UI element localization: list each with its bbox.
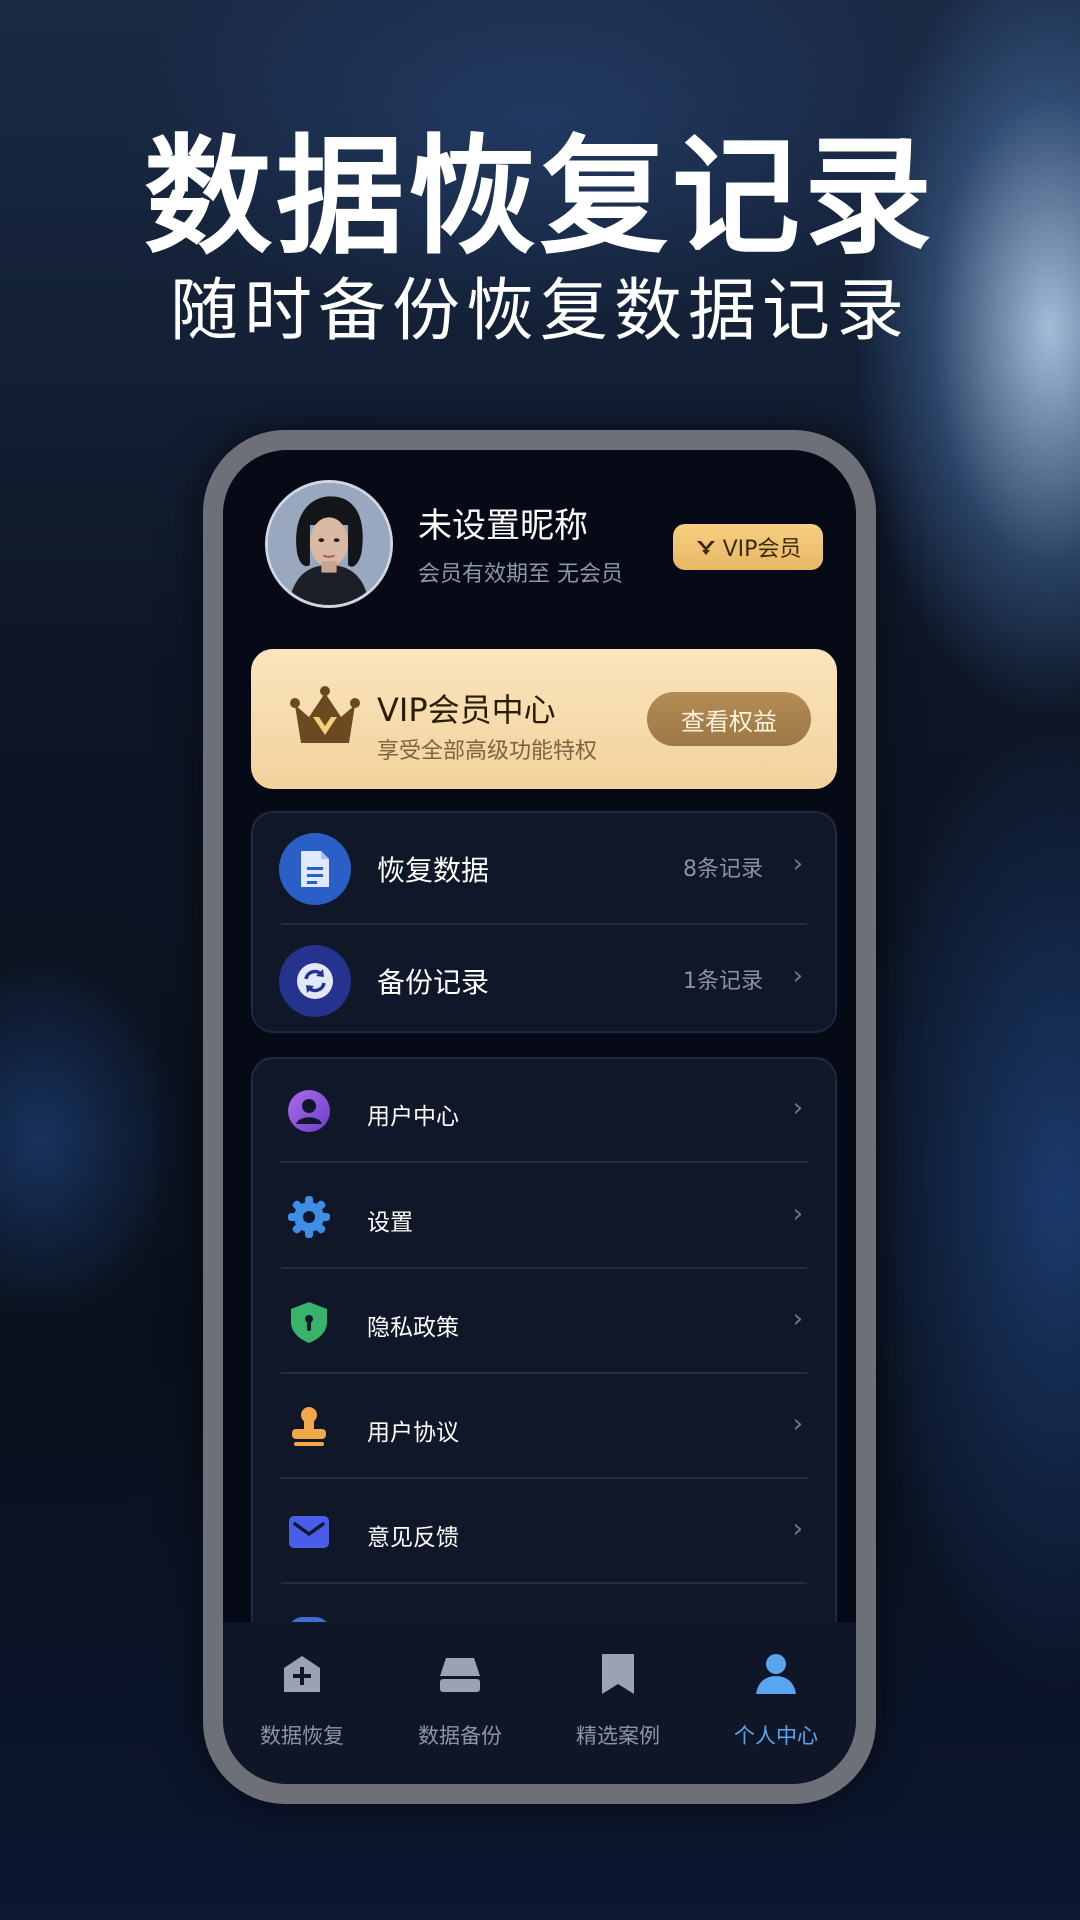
view-benefits-button[interactable]: 查看权益 [647,692,811,746]
menu-label-user-center: 用户中心 [367,1104,459,1130]
member-expiry: 会员有效期至 无会员 [418,562,623,587]
chevron-right-icon: › [792,961,803,991]
phone-frame: 未设置昵称 会员有效期至 无会员 VIP会员 VIP会员中心 享受全部高级功能特… [203,430,876,1804]
menu-item-user-center[interactable]: 用户中心 › [253,1059,835,1163]
chevron-right-icon: › [792,1093,803,1123]
divider [281,1267,807,1269]
tab-data-recover[interactable]: 数据恢复 [223,1650,381,1750]
menu-card: 用户中心 › 设置 › 隐私政策 › 用户协议 › 意见反馈 › [251,1057,837,1677]
hero-subtitle: 随时备份恢复数据记录 [169,272,910,351]
vip-badge[interactable]: VIP会员 [673,524,823,570]
vip-card-desc: 享受全部高级功能特权 [377,739,598,764]
mail-icon [289,1516,329,1548]
menu-item-user-agreement[interactable]: 用户协议 › [253,1375,835,1479]
divider [281,1372,807,1374]
list-item-backup-records[interactable]: 备份记录 1条记录 › [253,925,835,1037]
hero-title: 数据恢复记录 [143,123,936,272]
divider [281,1582,807,1584]
avatar-portrait-icon [268,483,390,605]
menu-item-settings[interactable]: 设置 › [253,1165,835,1269]
document-icon [279,833,351,905]
tab-personal-center[interactable]: 个人中心 [697,1650,855,1750]
recover-icon [284,1656,320,1692]
chevron-right-icon: › [792,1304,803,1334]
backup-records-label: 备份记录 [377,966,490,999]
chevron-right-icon: › [792,1199,803,1229]
gear-icon [288,1196,330,1238]
avatar[interactable] [265,480,393,608]
tab-label-data-backup: 数据备份 [418,1724,502,1748]
backup-icon [440,1658,480,1692]
menu-label-settings: 设置 [367,1210,413,1236]
tab-label-data-recover: 数据恢复 [260,1724,344,1748]
vip-badge-label: VIP会员 [722,537,802,562]
tab-label-personal-center: 个人中心 [734,1724,818,1748]
recover-data-label: 恢复数据 [377,854,490,887]
vip-center-card[interactable]: VIP会员中心 享受全部高级功能特权 查看权益 [251,649,837,789]
user-icon [288,1090,330,1132]
tab-featured-cases[interactable]: 精选案例 [539,1650,697,1750]
menu-label-feedback: 意见反馈 [367,1525,459,1551]
chevron-right-icon: › [792,1409,803,1439]
tab-data-backup[interactable]: 数据备份 [381,1650,539,1750]
nickname[interactable]: 未设置昵称 [418,498,588,547]
recover-data-count: 8条记录 [683,857,763,882]
backup-records-count: 1条记录 [683,969,763,994]
chevron-right-icon: › [792,1514,803,1544]
tab-label-featured-cases: 精选案例 [576,1724,660,1748]
vip-chevron-icon [696,541,715,555]
stamp-icon [292,1407,326,1446]
menu-item-feedback[interactable]: 意见反馈 › [253,1480,835,1584]
list-item-recover-data[interactable]: 恢复数据 8条记录 › [253,813,835,925]
records-card: 恢复数据 8条记录 › 备份记录 1条记录 › [251,811,837,1033]
menu-label-user-agreement: 用户协议 [367,1420,459,1446]
divider [281,1161,807,1163]
menu-item-privacy-policy[interactable]: 隐私政策 › [253,1270,835,1374]
vip-card-title: VIP会员中心 [377,691,556,729]
shield-icon [291,1302,327,1343]
phone-screen: 未设置昵称 会员有效期至 无会员 VIP会员 VIP会员中心 享受全部高级功能特… [223,450,856,1784]
tab-bar: 数据恢复 数据备份 精选案例 个人中心 [223,1622,856,1784]
bookmark-icon [602,1654,634,1694]
divider [281,1477,807,1479]
crown-icon [290,686,360,743]
chevron-right-icon: › [792,849,803,879]
menu-label-privacy-policy: 隐私政策 [367,1315,459,1341]
person-icon [756,1654,796,1694]
sync-icon [279,945,351,1017]
